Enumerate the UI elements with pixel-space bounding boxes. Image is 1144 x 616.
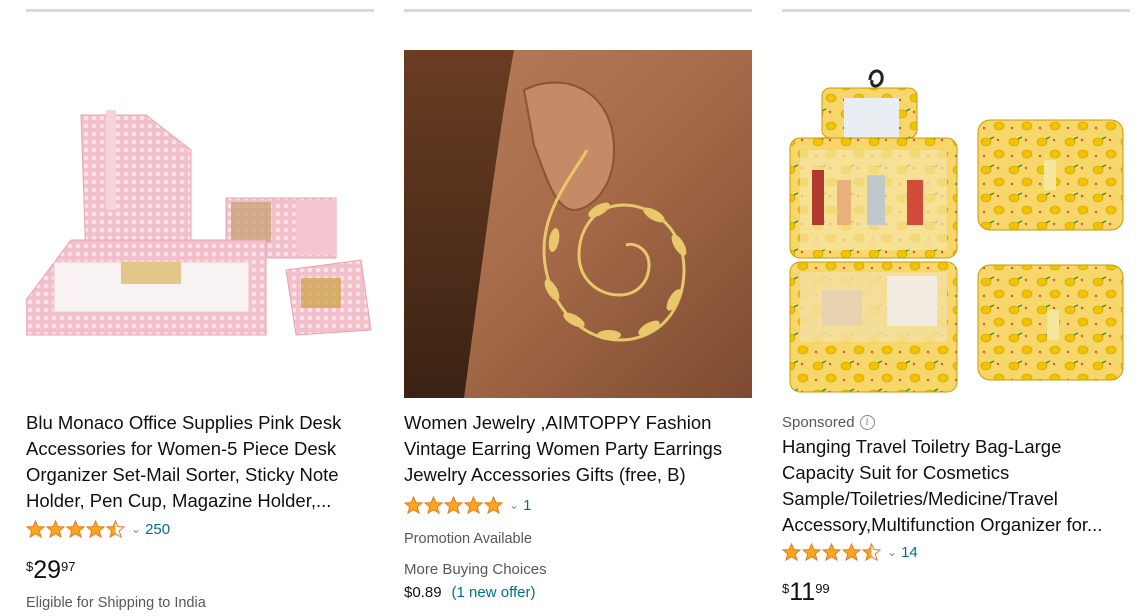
- product-title[interactable]: Women Jewelry ,AIMTOPPY Fashion Vintage …: [404, 410, 752, 490]
- more-buying-label: More Buying Choices: [404, 561, 547, 578]
- star-icon: [782, 542, 801, 561]
- product-card: Women Jewelry ,AIMTOPPY Fashion Vintage …: [404, 0, 752, 616]
- rating[interactable]: ⌄ 14: [782, 541, 918, 563]
- offer-link[interactable]: (1 new offer): [452, 584, 536, 601]
- offer-line: $0.89 (1 new offer): [404, 584, 535, 601]
- lemon-toiletry-bag-image: [782, 50, 1130, 398]
- rating-stars[interactable]: [26, 519, 125, 539]
- star-icon: [822, 542, 841, 561]
- price-whole: 29: [33, 556, 62, 584]
- review-count[interactable]: 1: [523, 497, 531, 514]
- product-image[interactable]: [404, 50, 752, 398]
- star-half-icon: [862, 542, 881, 561]
- product-card: Blu Monaco Office Supplies Pink Desk Acc…: [26, 0, 374, 616]
- review-count[interactable]: 250: [145, 521, 170, 538]
- info-icon[interactable]: i: [859, 415, 875, 430]
- sponsored-text: Sponsored: [782, 414, 855, 431]
- star-icon: [26, 519, 45, 538]
- rating-stars[interactable]: [404, 495, 503, 515]
- price-symbol: $: [26, 559, 34, 574]
- product-price[interactable]: $ 11 99: [782, 578, 830, 606]
- product-title[interactable]: Hanging Travel Toiletry Bag-Large Capaci…: [782, 434, 1130, 538]
- star-icon: [842, 542, 861, 561]
- chevron-down-icon[interactable]: ⌄: [887, 545, 897, 559]
- price-fraction: 99: [815, 581, 830, 596]
- star-half-icon: [106, 519, 125, 538]
- price-symbol: $: [782, 581, 790, 596]
- pink-desk-organizer-image: [26, 50, 374, 398]
- star-icon: [484, 495, 503, 514]
- star-icon: [802, 542, 821, 561]
- product-price[interactable]: $ 29 97: [26, 556, 76, 584]
- rating[interactable]: ⌄ 250: [26, 518, 170, 540]
- product-card: Sponsored i Hanging Travel Toiletry Bag-…: [782, 0, 1130, 616]
- price-fraction: 97: [61, 559, 76, 574]
- divider: [782, 9, 1130, 12]
- star-icon: [424, 495, 443, 514]
- star-icon: [46, 519, 65, 538]
- offer-price: $0.89: [404, 584, 442, 601]
- divider: [26, 9, 374, 12]
- chevron-down-icon[interactable]: ⌄: [509, 498, 519, 512]
- star-icon: [66, 519, 85, 538]
- product-image[interactable]: [782, 50, 1130, 398]
- star-icon: [86, 519, 105, 538]
- star-icon: [404, 495, 423, 514]
- product-title[interactable]: Blu Monaco Office Supplies Pink Desk Acc…: [26, 410, 374, 514]
- spiral-earring-image: [404, 50, 752, 398]
- promotion-label: Promotion Available: [404, 531, 532, 547]
- divider: [404, 9, 752, 12]
- rating-stars[interactable]: [782, 542, 881, 562]
- star-icon: [464, 495, 483, 514]
- product-image[interactable]: [26, 50, 374, 398]
- star-icon: [444, 495, 463, 514]
- shipping-note: Eligible for Shipping to India: [26, 595, 206, 611]
- review-count[interactable]: 14: [901, 544, 918, 561]
- price-whole: 11: [789, 578, 816, 606]
- chevron-down-icon[interactable]: ⌄: [131, 522, 141, 536]
- sponsored-label[interactable]: Sponsored i: [782, 414, 875, 431]
- rating[interactable]: ⌄ 1: [404, 494, 531, 516]
